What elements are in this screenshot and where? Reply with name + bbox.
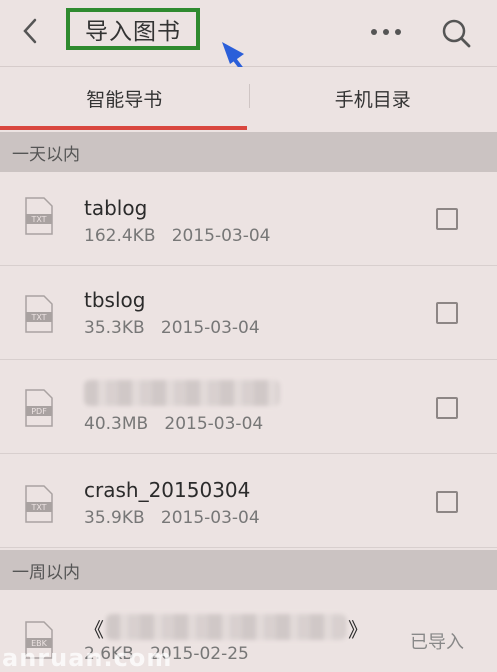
txt-file-icon: TXT [24, 484, 54, 524]
search-icon [436, 14, 476, 54]
blurred-file-name [84, 380, 280, 406]
tab-label: 手机目录 [335, 85, 411, 112]
list-item[interactable]: TXT crash_20150304 35.9KB 2015-03-04 [0, 454, 497, 548]
txt-file-icon: TXT [24, 294, 54, 334]
file-name-close: 》 [348, 614, 368, 643]
file-meta: 40.3MB 2015-03-04 [84, 414, 263, 434]
blurred-file-name [106, 614, 346, 640]
select-checkbox[interactable] [436, 397, 458, 419]
page-title: 导入图书 [66, 8, 200, 50]
file-size: 162.4KB [84, 226, 155, 246]
file-size: 40.3MB [84, 414, 148, 434]
file-date: 2015-03-04 [172, 226, 271, 246]
svg-text:TXT: TXT [30, 503, 46, 512]
top-bar: 导入图书 [0, 0, 497, 67]
tab-smart-import[interactable]: 智能导书 [0, 67, 249, 129]
more-icon-dot [395, 29, 401, 35]
pdf-file-icon: PDF [24, 388, 54, 428]
file-date: 2015-03-04 [161, 508, 260, 528]
section-header-this-week: 一周以内 [0, 550, 497, 590]
more-icon-dot [383, 29, 389, 35]
select-checkbox[interactable] [436, 302, 458, 324]
section-header-today: 一天以内 [0, 132, 497, 172]
svg-text:TXT: TXT [30, 313, 46, 322]
list-item[interactable]: TXT tablog 162.4KB 2015-03-04 [0, 172, 497, 266]
list-item[interactable]: PDF 40.3MB 2015-03-04 [0, 360, 497, 454]
file-meta: 162.4KB 2015-03-04 [84, 226, 271, 246]
more-button[interactable] [362, 20, 410, 44]
file-date: 2015-03-04 [164, 414, 263, 434]
list-item[interactable]: TXT tbslog 35.3KB 2015-03-04 [0, 266, 497, 360]
watermark: anruan.com [2, 644, 172, 672]
section-label: 一天以内 [12, 140, 80, 165]
file-size: 35.9KB [84, 508, 145, 528]
search-button[interactable] [436, 14, 476, 54]
file-meta: 35.3KB 2015-03-04 [84, 318, 260, 338]
more-icon [371, 29, 377, 35]
select-checkbox[interactable] [436, 208, 458, 230]
file-name: crash_20150304 [84, 478, 250, 502]
tab-label: 智能导书 [86, 85, 162, 112]
chevron-left-icon [14, 14, 48, 48]
imported-status: 已导入 [410, 628, 464, 654]
file-date: 2015-03-04 [161, 318, 260, 338]
file-meta: 35.9KB 2015-03-04 [84, 508, 260, 528]
svg-text:TXT: TXT [30, 215, 46, 224]
section-label: 一周以内 [12, 558, 80, 583]
tab-divider [249, 84, 250, 108]
file-name: tablog [84, 196, 147, 220]
txt-file-icon: TXT [24, 196, 54, 236]
back-button[interactable] [14, 14, 48, 48]
select-checkbox[interactable] [436, 491, 458, 513]
svg-text:PDF: PDF [31, 407, 47, 416]
file-size: 35.3KB [84, 318, 145, 338]
file-name-open: 《 [84, 614, 104, 643]
tab-phone-directory[interactable]: 手机目录 [249, 67, 497, 129]
active-tab-indicator [0, 126, 247, 130]
file-name: tbslog [84, 288, 145, 312]
